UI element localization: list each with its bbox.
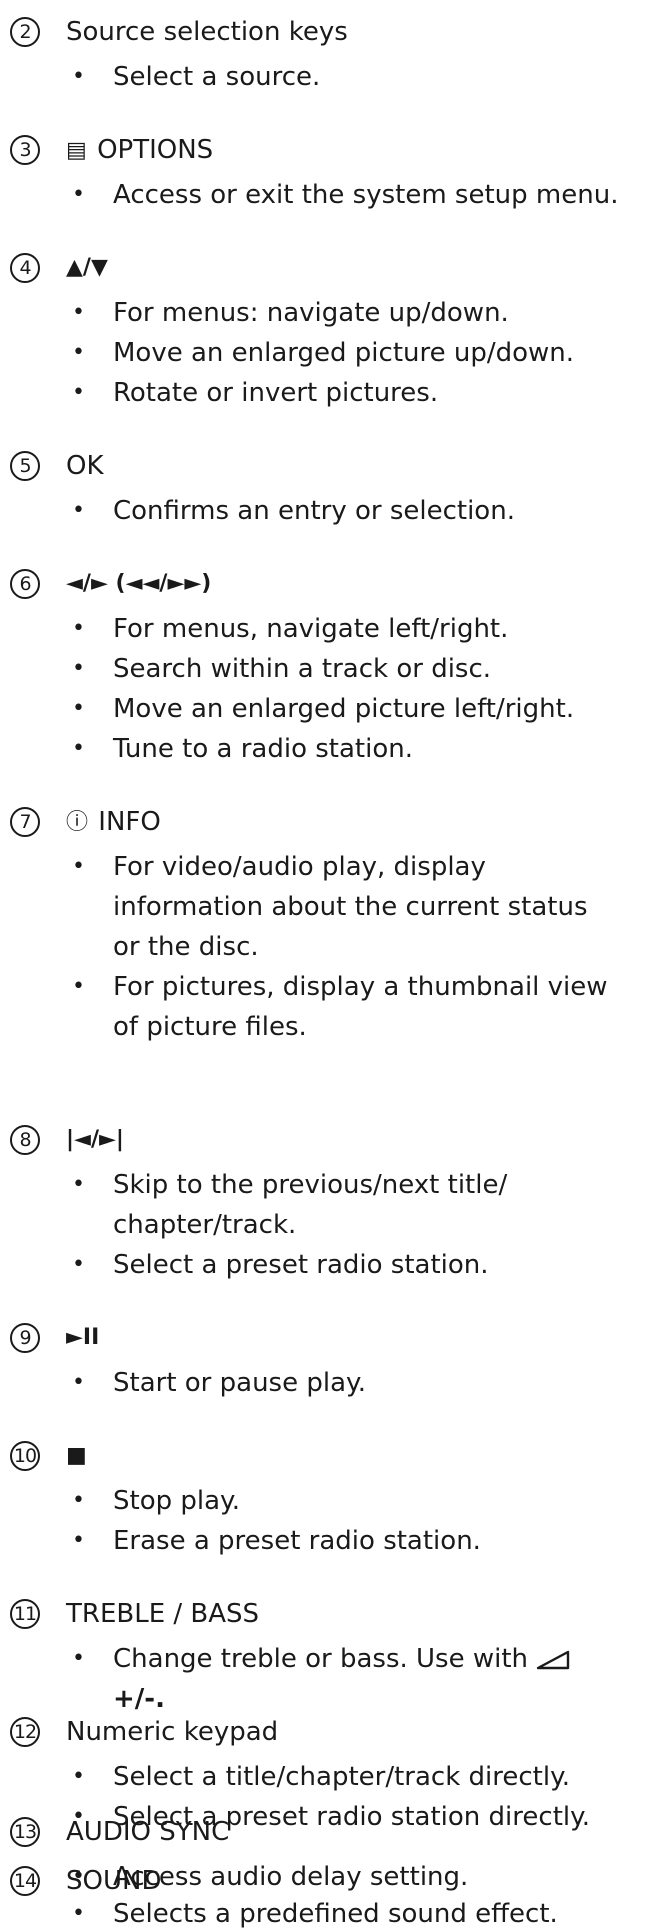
section-title: |◄/►| [66,1127,124,1152]
list-item: • Access or exit the system setup menu. [0,175,659,215]
list-item: • Erase a preset radio station. [0,1521,659,1561]
bullet: • [72,656,85,681]
bullet: • [72,696,85,721]
section-title: Numeric keypad [66,1717,279,1747]
section-title: TREBLE / BASS [66,1599,260,1629]
item-number: 5 [10,451,40,481]
section-title: ⓘ INFO [66,807,161,837]
item-number: 13 [10,1817,40,1847]
list-item: • Stop play. [0,1481,659,1521]
bullet: • [72,616,85,641]
bullet: • [72,1764,85,1789]
list-item: • Search within a track or disc. [0,649,659,689]
bullet: • [72,380,85,405]
bullet: • [72,64,85,89]
list-item: • For menus: navigate up/down. [0,293,659,333]
bullet: • [72,300,85,325]
list-item: • Change treble or bass. Use with [0,1639,659,1679]
item-number: 8 [10,1125,40,1155]
list-item: • Skip to the previous/next title/ [0,1165,659,1205]
list-item: • Select a title/chapter/track directly. [0,1757,659,1797]
bullet: • [72,1488,85,1513]
bullet: • [72,340,85,365]
bullet: • [72,1901,85,1926]
list-item-continued: information about the current status [113,892,588,922]
list-item: • Selects a predefined sound effect. [72,1899,558,1929]
section-title: Source selection keys [66,17,348,47]
list-item: • Confirms an entry or selection. [0,491,659,531]
bullet: • [72,182,85,207]
section-title: ◄/► (◄◄/►►) [66,571,212,596]
list-item: • Tune to a radio station. [0,729,659,769]
item-number: 10 [10,1441,40,1471]
manual-page: 2 Source selection keys • Select a source… [0,0,659,1932]
item-number: 7 [10,807,40,837]
section-title: ►II [66,1325,100,1350]
volume-icon [537,1650,570,1670]
section-title: ▲/▼ [66,255,108,280]
list-item: • For video/audio play, display [0,847,659,887]
item-number: 3 [10,135,40,165]
list-item: • Start or pause play. [0,1363,659,1403]
section-title: ■ [66,1443,87,1468]
item-number: 6 [10,569,40,599]
options-icon: ▤ [66,138,87,163]
list-item: • Move an enlarged picture up/down. [0,333,659,373]
bullet: • [72,1252,85,1277]
list-item: • For menus, navigate left/right. [0,609,659,649]
section-title: OK [66,451,104,481]
item-number: 2 [10,17,40,47]
section-title: AUDIO SYNC [66,1817,230,1847]
item-number: 4 [10,253,40,283]
section-title: SOUND [66,1866,162,1896]
list-item-continued: or the disc. [113,932,259,962]
item-number: 14 [10,1866,40,1896]
bullet: • [72,1528,85,1553]
bullet: • [72,1172,85,1197]
item-number: 12 [10,1717,40,1747]
list-item-continued: of picture files. [113,1012,307,1042]
list-item: • For pictures, display a thumbnail view [0,967,659,1007]
info-icon: ⓘ [66,810,89,835]
bullet: • [72,1646,85,1671]
bullet: • [72,974,85,999]
item-number: 9 [10,1323,40,1353]
bullet: • [72,1370,85,1395]
bullet: • [72,498,85,523]
list-item-continued: chapter/track. [113,1210,297,1240]
list-item: • Select a preset radio station. [0,1245,659,1285]
list-item: • Move an enlarged picture left/right. [0,689,659,729]
bullet: • [72,736,85,761]
bullet: • [72,854,85,879]
list-item: • Select a source. [0,57,659,97]
item-number: 11 [10,1599,40,1629]
section-title: ▤ OPTIONS [66,135,214,165]
list-item: • Rotate or invert pictures. [0,373,659,413]
